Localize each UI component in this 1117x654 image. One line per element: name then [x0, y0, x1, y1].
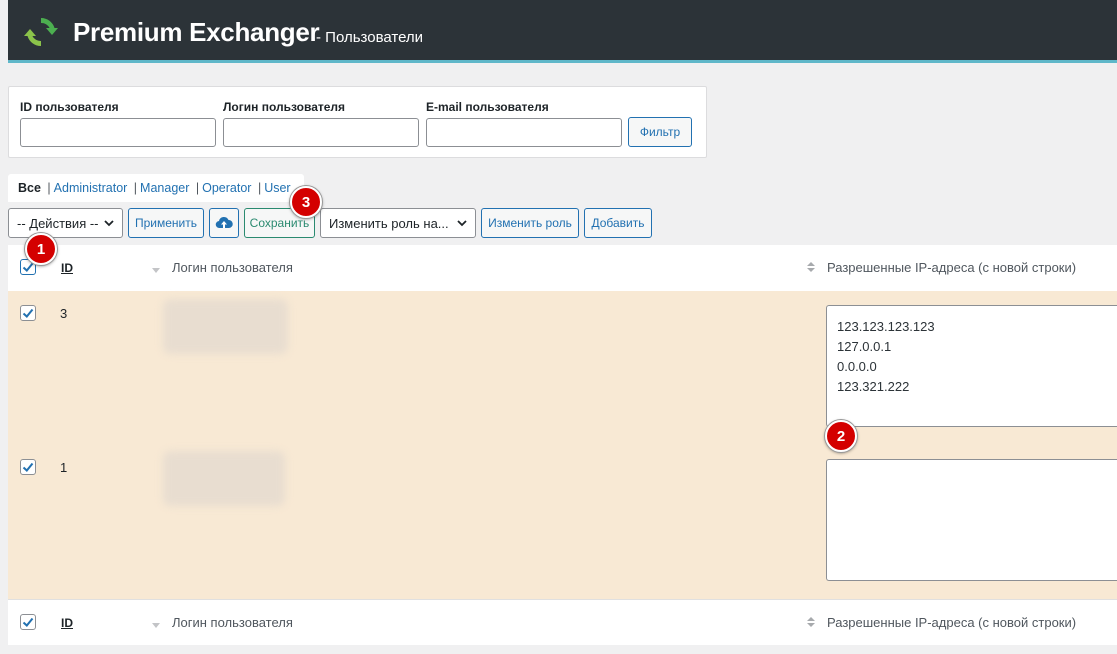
user-email-input[interactable]	[426, 118, 622, 147]
top-bar: Premium Exchanger - Пользователи	[8, 0, 1117, 63]
filter-panel: ID пользователя Логин пользователя E-mai…	[8, 86, 707, 158]
checkmark-icon	[22, 462, 34, 472]
brand-title: Premium Exchanger	[73, 17, 320, 47]
column-ips-footer[interactable]: Разрешенные IP-адреса (с новой строки)	[827, 615, 1076, 630]
table-header: ID Логин пользователя Разрешенные IP-адр…	[8, 245, 1117, 291]
annotation-badge-1: 1	[25, 233, 57, 265]
column-ips-header[interactable]: Разрешенные IP-адреса (с новой строки)	[827, 260, 1076, 275]
annotation-badge-2: 2	[825, 420, 857, 452]
user-email-label: E-mail пользователя	[426, 100, 549, 114]
user-login-label: Логин пользователя	[223, 100, 346, 114]
cloud-upload-icon	[215, 216, 233, 229]
change-role-value: Изменить роль на...	[329, 215, 449, 231]
sort-down-icon[interactable]	[152, 619, 160, 629]
sort-down-icon[interactable]	[152, 264, 160, 274]
upload-button[interactable]	[209, 208, 239, 238]
column-id-footer[interactable]: ID	[61, 616, 73, 630]
bulk-actions-select[interactable]: -- Действия --	[8, 208, 123, 238]
role-operator[interactable]: Operator	[202, 181, 251, 195]
allowed-ips-textarea[interactable]: 123.123.123.123 127.0.0.1 0.0.0.0 123.32…	[826, 305, 1117, 427]
row-id: 3	[60, 306, 68, 321]
allowed-ips-textarea[interactable]	[826, 459, 1117, 581]
bulk-actions-value: -- Действия --	[17, 215, 99, 231]
role-administrator[interactable]: Administrator	[54, 181, 128, 195]
add-button[interactable]: Добавить	[584, 208, 652, 238]
table-body: 3 123.123.123.123 127.0.0.1 0.0.0.0 123.…	[8, 291, 1117, 599]
sort-icon[interactable]	[807, 262, 815, 272]
column-login-header[interactable]: Логин пользователя	[172, 260, 293, 275]
role-manager[interactable]: Manager	[140, 181, 189, 195]
user-id-label: ID пользователя	[20, 100, 119, 114]
chevron-down-icon	[104, 220, 114, 227]
page-subtitle: - Пользователи	[316, 29, 424, 46]
checkmark-icon	[22, 308, 34, 318]
user-id-input[interactable]	[20, 118, 216, 147]
sort-icon[interactable]	[807, 617, 815, 627]
refresh-arrows-logo-icon	[24, 17, 58, 47]
select-all-checkbox-footer[interactable]	[20, 614, 36, 630]
table-footer: ID Логин пользователя Разрешенные IP-адр…	[8, 599, 1117, 645]
role-user[interactable]: User	[264, 181, 290, 195]
filter-button[interactable]: Фильтр	[628, 117, 692, 147]
change-role-select[interactable]: Изменить роль на...	[320, 208, 476, 238]
blurred-login	[163, 299, 288, 354]
blurred-login	[163, 451, 285, 506]
row-checkbox[interactable]	[20, 305, 36, 321]
row-checkbox[interactable]	[20, 459, 36, 475]
column-id-header[interactable]: ID	[61, 261, 73, 275]
role-all[interactable]: Все	[18, 181, 41, 195]
user-login-input[interactable]	[223, 118, 419, 147]
column-login-footer[interactable]: Логин пользователя	[172, 615, 293, 630]
checkmark-icon	[22, 617, 34, 627]
role-filter-links: Все | Administrator | Manager | Operator | U…	[8, 174, 304, 202]
row-id: 1	[60, 460, 68, 475]
apply-button[interactable]: Применить	[128, 208, 204, 238]
change-role-button[interactable]: Изменить роль	[481, 208, 579, 238]
chevron-down-icon	[457, 220, 467, 227]
annotation-badge-3: 3	[290, 186, 322, 218]
